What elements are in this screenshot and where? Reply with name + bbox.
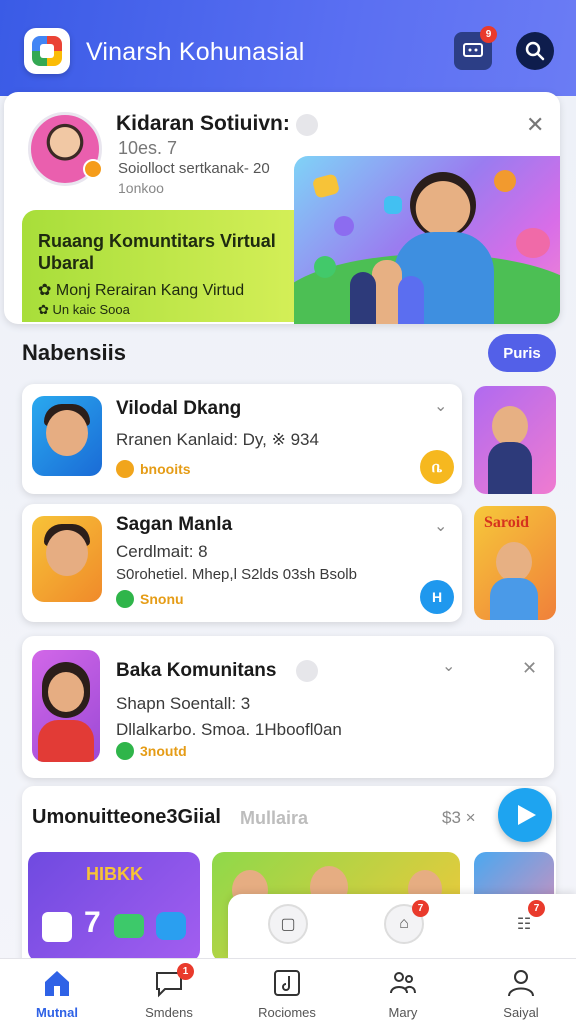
check-icon	[116, 590, 134, 608]
card-name: Baka Komunitans	[116, 660, 277, 681]
side-thumbnail[interactable]: Saroid	[474, 506, 556, 620]
search-icon[interactable]	[516, 32, 554, 70]
hero-line3: 1onkoo	[118, 180, 164, 196]
badge: 7	[528, 900, 545, 917]
home-icon	[41, 967, 73, 999]
play-icon	[518, 805, 536, 825]
featured-title: Umonuitteone3Giial	[32, 806, 221, 828]
nav-item-community[interactable]: Mary	[358, 967, 448, 1020]
check-icon	[116, 742, 134, 760]
nav-label: Saiyal	[503, 1005, 539, 1020]
card-avatar	[32, 516, 102, 602]
badge: 1	[177, 963, 194, 980]
home-share-icon[interactable]: ⌂ 7	[384, 900, 429, 944]
bottom-nav: Mutnal 1 Smdens Rociomes Mary Saiyal	[0, 958, 576, 1024]
hero-illustration	[294, 156, 560, 324]
nav-item-chat[interactable]: 1 Smdens	[124, 963, 214, 1020]
card-tag: Snonu	[116, 590, 184, 608]
chevron-down-icon[interactable]: ⌄	[434, 516, 447, 536]
banner-row2: ✿ Un kaic Sooa	[38, 302, 130, 317]
banner-row2-text: Un kaic Sooa	[52, 302, 130, 317]
hero-banner[interactable]: Ruaang Komuntitars Virtual Ubaral ✿ Monj…	[22, 210, 322, 322]
card-meta-2: Dllalkarbo. Smoa. 1Hboofl0an	[116, 720, 342, 739]
tile-text: HIBKK	[86, 864, 143, 884]
section-pill-button[interactable]: Puris	[488, 334, 556, 372]
chat-badge: 9	[480, 26, 497, 43]
community-card[interactable]: Baka Komunitans Shapn Soentall: 3 Dllalk…	[22, 636, 554, 778]
nav-item-music[interactable]: Rociomes	[242, 967, 332, 1020]
community-card[interactable]: Vilodal Dkang Rranen Kanlaid: Dy, ※ 934 …	[22, 384, 462, 494]
card-tag-label: 3noutd	[140, 743, 187, 759]
nav-item-home[interactable]: Mutnal	[12, 967, 102, 1020]
chat-icon: 1	[153, 963, 194, 999]
featured-price[interactable]: $3 ×	[442, 808, 476, 828]
badge: 7	[412, 900, 429, 917]
card-tag: 3noutd	[116, 742, 187, 760]
card-tag-label: bnooits	[140, 461, 191, 477]
side-thumbnail[interactable]	[474, 386, 556, 494]
close-icon[interactable]: ✕	[522, 658, 537, 679]
community-icon	[387, 967, 419, 999]
banner-row1: ✿ Monj Rerairan Kang Virtud	[38, 282, 245, 299]
card-tag: bnooits	[116, 460, 191, 478]
nav-label: Mutnal	[36, 1005, 78, 1020]
card-meta: Rranen Kanlaid: Dy, ※ 934	[116, 430, 319, 449]
chevron-down-icon[interactable]: ⌄	[434, 396, 447, 416]
nav-item-profile[interactable]: Saiyal	[476, 967, 566, 1020]
card-name: Vilodal Dkang	[116, 398, 242, 419]
chevron-down-icon[interactable]: ⌄	[442, 656, 455, 676]
music-icon	[271, 967, 303, 999]
card-avatar	[32, 650, 100, 762]
tag-icon	[116, 460, 134, 478]
section-title: Nabensiis	[22, 340, 126, 365]
featured-tile[interactable]: HIBKK 7	[28, 852, 200, 962]
hero-name: Kidaran Sotiuivn:	[116, 112, 290, 135]
avatar[interactable]	[28, 112, 103, 186]
nav-label: Rociomes	[258, 1005, 316, 1020]
play-button[interactable]	[498, 788, 552, 842]
camera-icon[interactable]	[296, 660, 318, 682]
tile-icon	[42, 912, 72, 942]
hero-card[interactable]: Kidaran Sotiuivn: 10es. 7 Soiolloct sert…	[4, 92, 560, 324]
community-card[interactable]: Sagan Manla Cerdlmait: 8 S0rohetiel. Mhe…	[22, 504, 462, 622]
tile-number: 7	[84, 906, 101, 939]
card-action-button[interactable]: ቤ	[420, 450, 454, 484]
camera-icon[interactable]	[296, 114, 318, 136]
card-avatar	[32, 396, 102, 476]
profile-icon	[505, 967, 537, 999]
app-title: Vinarsh Kohunasial	[86, 38, 305, 66]
card-meta: Cerdlmait: 8	[116, 542, 208, 561]
status-dot-icon	[83, 159, 103, 179]
app-logo-icon[interactable]	[24, 28, 70, 74]
banner-row1-text: Monj Rerairan Kang Virtud	[55, 282, 245, 299]
banner-title: Ruaang Komuntitars Virtual Ubaral	[38, 231, 276, 273]
card-meta: Shapn Soentall: 3	[116, 694, 251, 713]
document-icon[interactable]: ▢	[268, 904, 308, 944]
chat-icon[interactable]: 9	[454, 26, 497, 70]
featured-subtitle: Mullaira	[240, 808, 309, 828]
card-tag-label: Snonu	[140, 591, 184, 607]
nav-label: Mary	[388, 1005, 418, 1020]
card-action-button[interactable]: H	[420, 580, 454, 614]
card-meta-2: S0rohetiel. Mhep,l S2lds 03sh Bsolb	[116, 566, 357, 583]
close-icon[interactable]: ✕	[526, 112, 544, 138]
hero-line1: 10es. 7	[118, 138, 178, 158]
hero-line2: Soiolloct sertkanak- 20	[118, 160, 270, 177]
nav-label: Smdens	[145, 1005, 193, 1020]
users-icon[interactable]: ☷ 7	[504, 900, 545, 944]
quick-actions-bar: ▢ ⌂ 7 ☷ 7	[228, 894, 576, 958]
card-name: Sagan Manla	[116, 514, 233, 535]
